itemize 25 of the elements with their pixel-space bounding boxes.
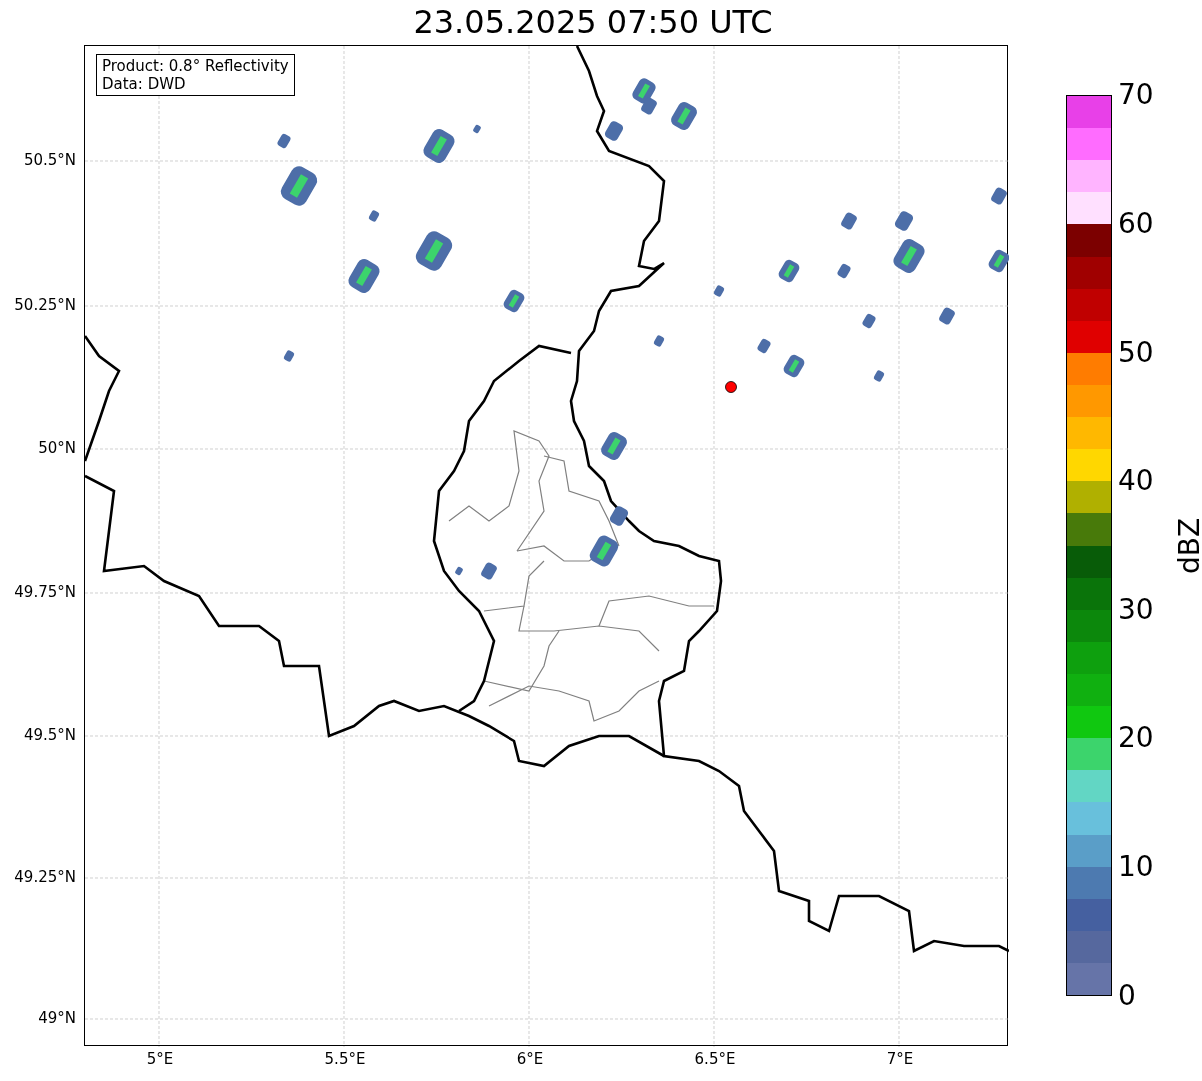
colorbar-tick-label: 20 [1118, 722, 1154, 754]
latitude-label: 49.75°N [14, 583, 76, 601]
longitude-label: 6.5°E [694, 1050, 736, 1068]
colorbar-tick-label: 40 [1118, 465, 1154, 497]
longitude-label: 5°E [146, 1050, 174, 1068]
latitude-label: 49.25°N [14, 868, 76, 886]
colorbar-tick-label: 30 [1118, 594, 1154, 626]
latitude-label: 49.5°N [23, 726, 76, 744]
info-text: Product: 0.8° Reflectivity [102, 57, 289, 75]
colorbar-label: dBZ [1174, 517, 1202, 574]
info-text: Data: DWD [102, 75, 187, 93]
chart-title: 23.05.2025 07:50 UTC [412, 2, 774, 43]
longitude-label: 7°E [886, 1050, 914, 1068]
latitude-label: 50.5°N [23, 151, 76, 169]
colorbar-tick-label: 0 [1118, 980, 1136, 1012]
latitude-label: 50°N [38, 439, 76, 457]
colorbar-tick-label: 50 [1118, 337, 1154, 369]
latitude-label: 49°N [38, 1009, 76, 1027]
colorbar-tick-label: 60 [1118, 208, 1154, 240]
latitude-label: 50.25°N [14, 296, 76, 314]
colorbar-tick-label: 70 [1118, 79, 1154, 111]
radar-site-marker [725, 381, 737, 393]
longitude-label: 5.5°E [324, 1050, 366, 1068]
colorbar-tick-label: 10 [1118, 851, 1154, 883]
longitude-label: 6°E [516, 1050, 544, 1068]
